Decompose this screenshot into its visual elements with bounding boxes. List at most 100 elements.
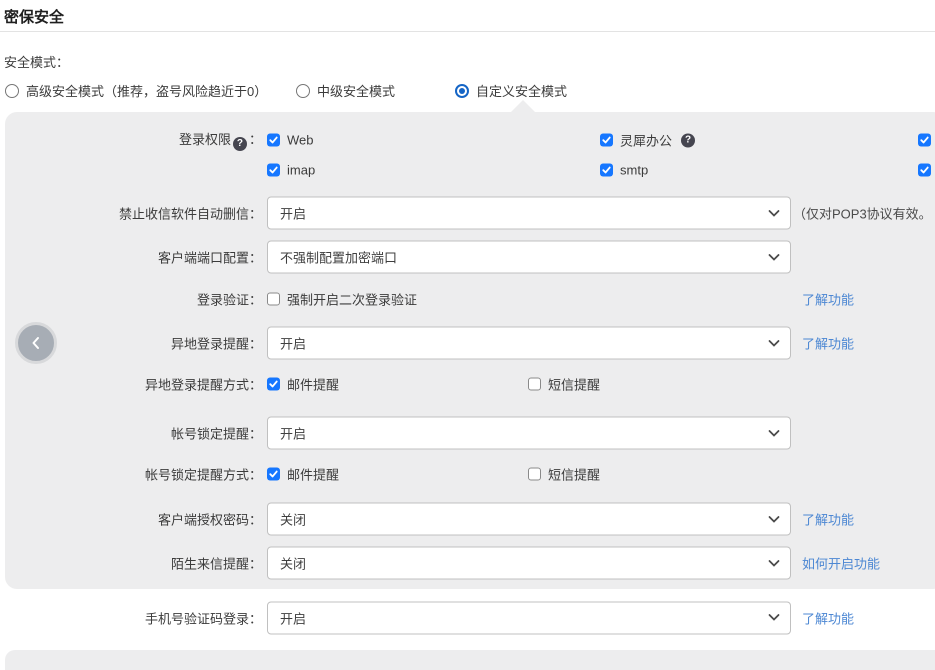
checkbox-unchecked-icon[interactable] <box>267 293 280 306</box>
next-section-panel-edge <box>5 650 935 670</box>
chevron-left-icon <box>28 335 44 351</box>
select-value: 开启 <box>280 424 306 443</box>
client-port-select[interactable]: 不强制配置加密端口 <box>267 241 791 274</box>
checkbox-checked-icon[interactable] <box>267 468 280 481</box>
title-divider <box>0 31 935 32</box>
checkbox-label: 短信提醒 <box>548 375 600 394</box>
row-login-permission: 登录权限?： Web 灵犀办公 ? <box>5 131 935 149</box>
row-pop3-delete: 禁止收信软件自动删信： 开启 （仅对POP3协议有效。 <box>5 196 935 230</box>
checkbox-clipped-2[interactable] <box>918 164 931 177</box>
pop3-delete-label: 禁止收信软件自动删信： <box>5 204 262 223</box>
radio-icon[interactable] <box>296 84 310 98</box>
row-remote-alert-method: 异地登录提醒方式： 邮件提醒 短信提醒 <box>5 375 935 393</box>
checkbox-smtp[interactable]: smtp <box>600 163 648 178</box>
radio-label: 自定义安全模式 <box>476 81 567 100</box>
lock-method-label: 帐号锁定提醒方式： <box>5 465 262 484</box>
checkbox-unchecked-icon[interactable] <box>528 378 541 391</box>
checkbox-lock-mail-alert[interactable]: 邮件提醒 <box>267 465 339 484</box>
select-value: 关闭 <box>280 554 306 573</box>
checkbox-label: Web <box>287 133 314 148</box>
row-client-auth-password: 客户端授权密码： 关闭 了解功能 <box>5 502 935 536</box>
checkbox-lingxi-office[interactable]: 灵犀办公 ? <box>600 131 697 150</box>
checkbox-label: 灵犀办公 <box>620 131 672 150</box>
radio-custom-mode[interactable]: 自定义安全模式 <box>455 81 567 100</box>
row-lock-alert: 帐号锁定提醒： 开启 <box>5 416 935 450</box>
checkbox-label: smtp <box>620 163 648 178</box>
checkbox-web[interactable]: Web <box>267 133 314 148</box>
radio-medium-mode[interactable]: 中级安全模式 <box>296 81 395 100</box>
checkbox-label: 短信提醒 <box>548 465 600 484</box>
login-verify-learn-link[interactable]: 了解功能 <box>802 290 854 309</box>
select-value: 开启 <box>280 608 306 627</box>
select-value: 不强制配置加密端口 <box>280 248 397 267</box>
page-title: 密保安全 <box>4 6 64 27</box>
checkbox-checked-icon[interactable] <box>267 134 280 147</box>
checkbox-unchecked-icon[interactable] <box>528 468 541 481</box>
checkbox-remote-mail-alert[interactable]: 邮件提醒 <box>267 375 339 394</box>
checkbox-checked-icon[interactable] <box>267 378 280 391</box>
help-icon[interactable]: ? <box>233 137 247 151</box>
chevron-down-icon <box>768 614 780 622</box>
checkbox-checked-icon[interactable] <box>918 164 931 177</box>
remote-alert-select[interactable]: 开启 <box>267 327 791 360</box>
row-client-port: 客户端端口配置： 不强制配置加密端口 <box>5 240 935 274</box>
remote-method-label: 异地登录提醒方式： <box>5 375 262 394</box>
chevron-down-icon <box>768 559 780 567</box>
row-login-verify: 登录验证： 强制开启二次登录验证 了解功能 <box>5 290 935 308</box>
radio-label: 中级安全模式 <box>317 81 395 100</box>
client-auth-learn-link[interactable]: 了解功能 <box>802 510 854 529</box>
chevron-down-icon <box>768 339 780 347</box>
lock-alert-select[interactable]: 开启 <box>267 417 791 450</box>
checkbox-label: 邮件提醒 <box>287 375 339 394</box>
client-auth-label: 客户端授权密码： <box>5 510 262 529</box>
checkbox-checked-icon[interactable] <box>600 134 613 147</box>
checkbox-imap[interactable]: imap <box>267 163 315 178</box>
radio-advanced-mode[interactable]: 高级安全模式（推荐，盗号风险趋近于0） <box>5 81 267 100</box>
row-remote-login-alert: 异地登录提醒： 开启 了解功能 <box>5 326 935 360</box>
chevron-down-icon <box>768 515 780 523</box>
pop3-delete-select[interactable]: 开启 <box>267 197 791 230</box>
chevron-down-icon <box>768 253 780 261</box>
radio-label: 高级安全模式（推荐，盗号风险趋近于0） <box>26 81 267 100</box>
phone-code-login-label: 手机号验证码登录： <box>5 608 262 627</box>
login-verify-label: 登录验证： <box>5 290 262 309</box>
select-value: 开启 <box>280 204 306 223</box>
checkbox-label: 邮件提醒 <box>287 465 339 484</box>
checkbox-checked-icon[interactable] <box>918 134 931 147</box>
row-login-permission-2: imap smtp <box>5 161 935 179</box>
radio-checked-icon[interactable] <box>455 84 469 98</box>
custom-mode-panel: 登录权限?： Web 灵犀办公 ? imap smtp <box>5 112 935 589</box>
lock-alert-label: 帐号锁定提醒： <box>5 424 262 443</box>
checkbox-remote-sms-alert[interactable]: 短信提醒 <box>528 375 600 394</box>
radio-icon[interactable] <box>5 84 19 98</box>
checkbox-label: 强制开启二次登录验证 <box>287 290 417 309</box>
security-settings-page: 密保安全 安全模式： 高级安全模式（推荐，盗号风险趋近于0） 中级安全模式 自定… <box>0 0 935 657</box>
stranger-mail-select[interactable]: 关闭 <box>267 547 791 580</box>
phone-code-login-select[interactable]: 开启 <box>267 601 791 634</box>
checkbox-force-2fa[interactable]: 强制开启二次登录验证 <box>267 290 417 309</box>
chevron-down-icon <box>768 209 780 217</box>
panel-notch <box>511 100 535 112</box>
row-lock-alert-method: 帐号锁定提醒方式： 邮件提醒 短信提醒 <box>5 465 935 483</box>
pop3-note: （仅对POP3协议有效。 <box>793 204 932 223</box>
select-value: 开启 <box>280 334 306 353</box>
checkbox-lock-sms-alert[interactable]: 短信提醒 <box>528 465 600 484</box>
checkbox-checked-icon[interactable] <box>600 164 613 177</box>
phone-code-login-learn-link[interactable]: 了解功能 <box>802 608 854 627</box>
select-value: 关闭 <box>280 510 306 529</box>
row-stranger-mail-alert: 陌生来信提醒： 关闭 如何开启功能 <box>5 546 935 580</box>
stranger-mail-label: 陌生来信提醒： <box>5 554 262 573</box>
checkbox-clipped-1[interactable] <box>918 134 931 147</box>
security-mode-label: 安全模式： <box>4 52 69 71</box>
client-port-label: 客户端端口配置： <box>5 248 262 267</box>
chevron-down-icon <box>768 429 780 437</box>
stranger-mail-howto-link[interactable]: 如何开启功能 <box>802 554 880 573</box>
help-icon[interactable]: ? <box>681 133 695 147</box>
remote-alert-learn-link[interactable]: 了解功能 <box>802 334 854 353</box>
client-auth-select[interactable]: 关闭 <box>267 503 791 536</box>
checkbox-checked-icon[interactable] <box>267 164 280 177</box>
login-permission-label: 登录权限?： <box>5 129 262 151</box>
carousel-previous-button[interactable] <box>15 322 57 364</box>
row-phone-code-login: 手机号验证码登录： 开启 了解功能 <box>5 601 935 634</box>
checkbox-label: imap <box>287 163 315 178</box>
